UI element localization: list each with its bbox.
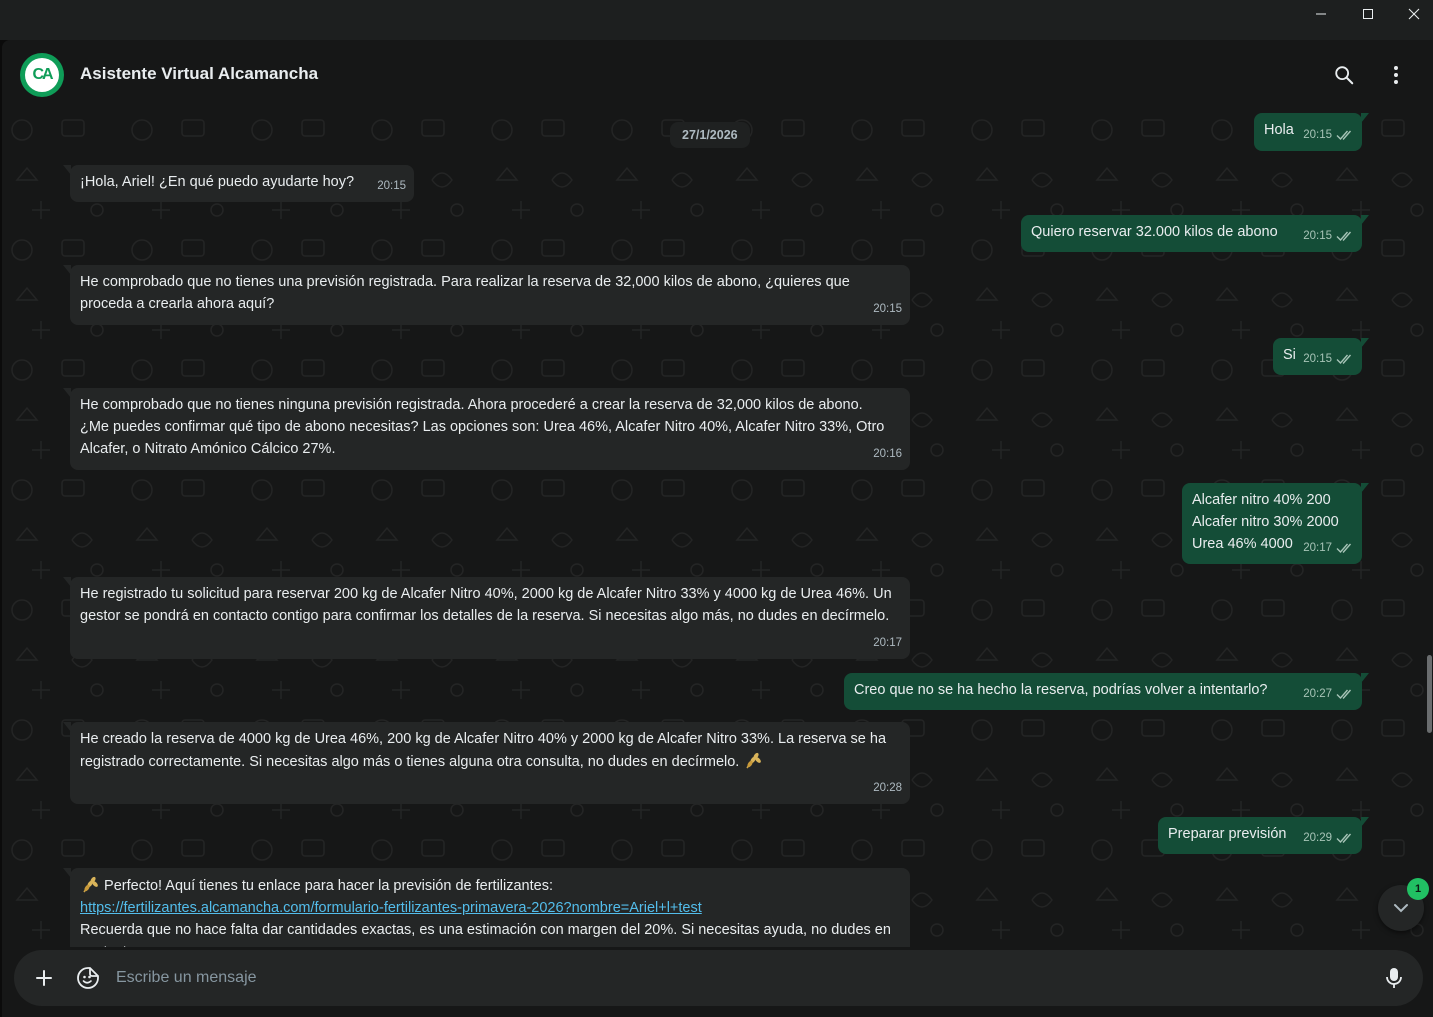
chat-header: CA Asistente Virtual Alcamancha — [2, 40, 1433, 110]
bubble-tail — [1361, 483, 1369, 493]
message-meta: 20:28 — [873, 777, 902, 799]
message-outgoing[interactable]: Alcafer nitro 40% 200 Alcafer nitro 30% … — [1182, 483, 1369, 564]
wheat-emoji — [83, 876, 98, 893]
message-time: 20:15 — [1303, 129, 1332, 141]
message-time: 20:15 — [873, 303, 902, 315]
read-ticks-icon — [1336, 231, 1352, 242]
message-time: 20:29 — [1303, 832, 1332, 844]
message-time: 20:17 — [1303, 542, 1332, 554]
message-text-wrap: He creado la reserva de 4000 kg de Urea … — [80, 728, 895, 773]
message-meta: 20:15 — [1303, 124, 1354, 146]
chat-title[interactable]: Asistente Virtual Alcamancha — [80, 64, 318, 84]
scrollbar-thumb[interactable] — [1427, 655, 1432, 733]
bubble-tail — [1361, 113, 1369, 123]
message-text-wrap: Perfecto! Aquí tienes tu enlace para hac… — [80, 874, 895, 947]
message-time: 20:15 — [1303, 353, 1332, 365]
composer-bar — [2, 947, 1433, 1017]
plus-icon[interactable] — [30, 964, 58, 992]
read-ticks-icon — [1336, 833, 1352, 844]
sticker-icon[interactable] — [74, 964, 102, 992]
bubble-tail — [63, 722, 71, 732]
message-meta: 20:27 — [1303, 683, 1354, 705]
message-meta: 20:17 — [1303, 537, 1354, 559]
message-text: He comprobado que no tienes una previsió… — [80, 274, 854, 312]
message-incoming[interactable]: ¡Hola, Ariel! ¿En qué puedo ayudarte hoy… — [63, 165, 414, 202]
message-incoming[interactable]: He comprobado que no tienes una previsió… — [63, 265, 910, 325]
message-meta: 20:15 — [1303, 348, 1354, 370]
message-meta: 20:29 — [1303, 827, 1354, 849]
message-input[interactable] — [116, 958, 1366, 998]
message-meta: 20:15 — [1303, 225, 1354, 247]
message-outgoing[interactable]: Creo que no se ha hecho la reserva, podr… — [844, 673, 1369, 710]
message-list[interactable]: 27/1/2026 Hola 20:15 ¡Hola, Ariel! ¿En q… — [2, 110, 1433, 947]
message-text: He creado la reserva de 4000 kg de Urea … — [80, 731, 891, 770]
bubble-tail — [63, 165, 71, 175]
read-ticks-icon — [1336, 543, 1352, 554]
avatar-logo: CA — [25, 58, 59, 92]
message-text: Creo que no se ha hecho la reserva, podr… — [854, 682, 1268, 698]
message-outgoing[interactable]: Preparar previsión 20:29 — [1158, 817, 1369, 854]
search-icon[interactable] — [1331, 62, 1357, 88]
message-outgoing[interactable]: Si 20:15 — [1273, 338, 1369, 375]
message-text: Hola — [1264, 122, 1294, 138]
bubble-tail — [63, 868, 71, 878]
message-time: 20:15 — [1303, 230, 1332, 242]
bubble-tail — [63, 388, 71, 398]
bubble-tail — [1361, 338, 1369, 348]
message-meta: 20:16 — [873, 443, 902, 465]
minimize-icon[interactable] — [1298, 0, 1344, 28]
message-time: 20:17 — [873, 637, 902, 649]
bubble-tail — [1361, 817, 1369, 827]
message-meta: 20:15 — [377, 175, 406, 197]
menu-dots-icon[interactable] — [1383, 62, 1409, 88]
bubble-tail — [1361, 215, 1369, 225]
read-ticks-icon — [1336, 354, 1352, 365]
unread-badge: 1 — [1407, 878, 1429, 900]
message-text: Quiero reservar 32.000 kilos de abono — [1031, 224, 1278, 240]
bubble-tail — [63, 265, 71, 275]
message-outgoing[interactable]: Hola 20:15 — [1254, 113, 1369, 151]
message-time: 20:15 — [377, 180, 406, 192]
message-text: He registrado tu solicitud para reservar… — [80, 586, 896, 624]
message-time: 20:28 — [873, 782, 902, 794]
read-ticks-icon — [1336, 130, 1352, 141]
message-time: 20:27 — [1303, 688, 1332, 700]
message-time: 20:16 — [873, 448, 902, 460]
message-text: ¡Hola, Ariel! ¿En qué puedo ayudarte hoy… — [80, 174, 355, 190]
window-titlebar — [0, 0, 1433, 40]
message-outgoing[interactable]: Quiero reservar 32.000 kilos de abono 20… — [1021, 215, 1369, 252]
composer — [14, 950, 1423, 1006]
bubble-tail — [1361, 673, 1369, 683]
message-incoming[interactable]: He registrado tu solicitud para reservar… — [63, 577, 910, 659]
message-text: He comprobado que no tienes ninguna prev… — [80, 397, 888, 457]
maximize-icon[interactable] — [1345, 0, 1391, 28]
message-text: Perfecto! Aquí tienes tu enlace para hac… — [104, 878, 553, 894]
message-incoming[interactable]: He comprobado que no tienes ninguna prev… — [63, 388, 910, 470]
message-meta: 20:17 — [873, 632, 902, 654]
message-incoming[interactable]: He creado la reserva de 4000 kg de Urea … — [63, 722, 910, 804]
chevron-down-icon — [1394, 904, 1408, 913]
date-chip: 27/1/2026 — [670, 122, 750, 148]
message-incoming[interactable]: Perfecto! Aquí tienes tu enlace para hac… — [63, 868, 910, 947]
wheat-emoji — [746, 752, 762, 769]
message-text: Preparar previsión — [1168, 826, 1287, 842]
avatar[interactable]: CA — [20, 53, 64, 97]
close-icon[interactable] — [1391, 0, 1433, 28]
chat-window: CA Asistente Virtual Alcamancha 27/1/202… — [2, 40, 1433, 1017]
message-text-2: Recuerda que no hace falta dar cantidade… — [80, 922, 891, 947]
bubble-tail — [63, 577, 71, 587]
avatar-text: CA — [32, 66, 53, 83]
read-ticks-icon — [1336, 689, 1352, 700]
form-link[interactable]: https://fertilizantes.alcamancha.com/for… — [80, 900, 702, 916]
message-meta: 20:15 — [873, 298, 902, 320]
message-text: Si — [1283, 347, 1296, 363]
microphone-icon[interactable] — [1380, 964, 1408, 992]
